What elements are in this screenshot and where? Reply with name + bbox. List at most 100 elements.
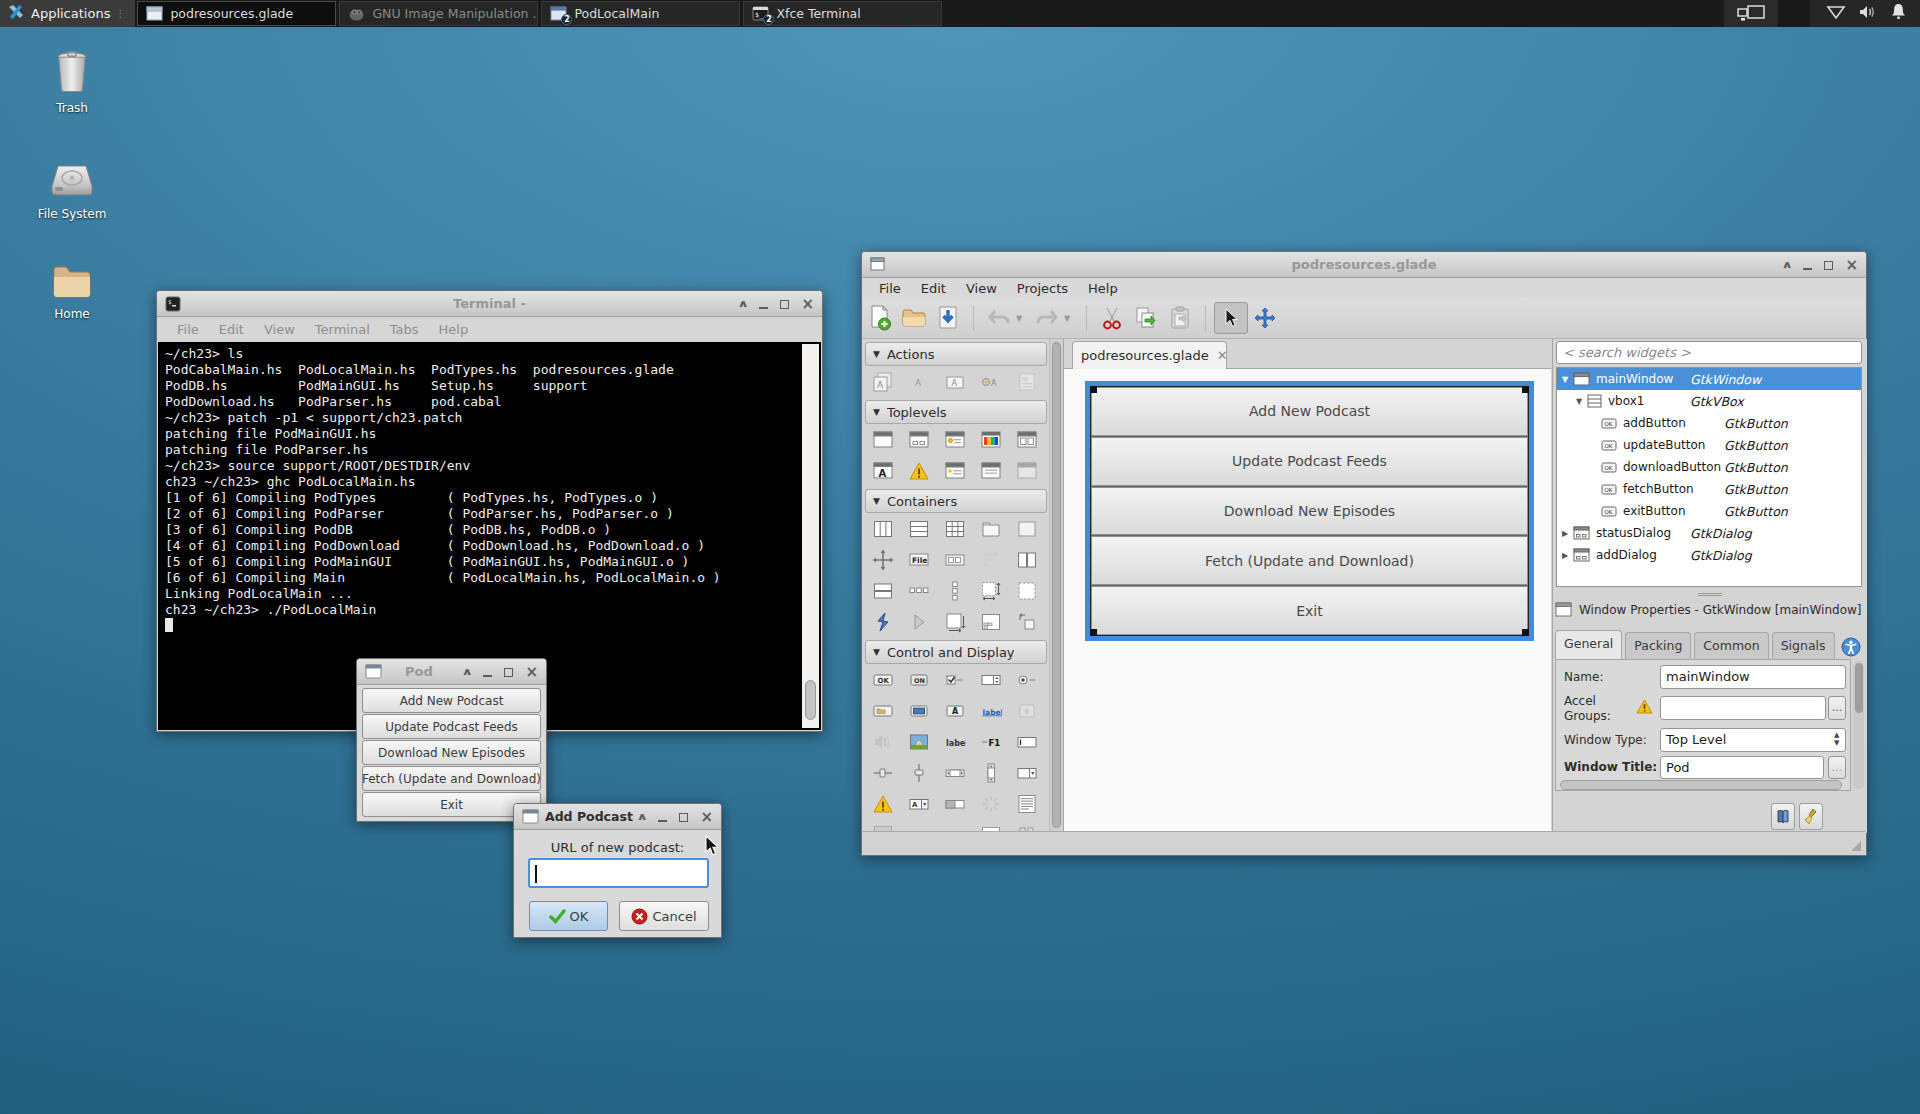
palette-item-color-dialog[interactable] — [973, 424, 1009, 455]
clear-button[interactable] — [1799, 803, 1823, 830]
shade-button[interactable]: ∧ — [462, 667, 473, 677]
selector-tool-button[interactable] — [1214, 302, 1248, 334]
palette-item-hbox[interactable] — [901, 513, 937, 544]
palette-item-filechooserbutton[interactable] — [865, 695, 901, 726]
palette-item-hscale[interactable] — [865, 757, 901, 788]
palette-item-vscale[interactable] — [901, 757, 937, 788]
minimize-button[interactable] — [759, 300, 768, 309]
undo-menu-caret[interactable]: ▼ — [1016, 314, 1030, 323]
new-project-button[interactable] — [863, 302, 897, 334]
taskbar-button-podlocalmain[interactable]: 2PodLocalMain — [541, 1, 740, 26]
tree-row-fetchButton[interactable]: OKfetchButtonGtkButton — [1557, 478, 1861, 500]
design-button-add-new-podcast[interactable]: Add New Podcast — [1091, 387, 1528, 436]
pod-button-fetch-update-and-download-[interactable]: Fetch (Update and Download) — [362, 766, 541, 791]
palette-item-progressbar[interactable] — [937, 788, 973, 819]
palette-item-message-dialog[interactable] — [937, 424, 973, 455]
palette-item-fixed[interactable] — [865, 544, 901, 575]
palette-item-dialog[interactable] — [901, 424, 937, 455]
tree-row-vbox1[interactable]: ▼vbox1GtkVBox — [1557, 390, 1861, 412]
palette-item-file-dialog[interactable] — [1009, 424, 1045, 455]
terminal-menu-file[interactable]: File — [167, 322, 209, 337]
palette-item-menubar[interactable]: File — [901, 544, 937, 575]
properties-tab-signals[interactable]: Signals — [1772, 632, 1835, 659]
panel-splitter[interactable] — [1553, 589, 1867, 601]
palette-item-scrolledwindow[interactable] — [1009, 575, 1045, 606]
palette-item-entry[interactable] — [1009, 726, 1045, 757]
palette-item-hscrollbar[interactable] — [937, 757, 973, 788]
palette-item-vbuttonbox[interactable] — [937, 575, 973, 606]
cut-button[interactable] — [1095, 302, 1129, 334]
terminal-scrollbar[interactable] — [802, 344, 819, 728]
palette-item-spinbutton[interactable] — [973, 664, 1009, 695]
palette-item-vscrollbar[interactable] — [973, 757, 1009, 788]
properties-tab-accessibility-icon[interactable] — [1838, 635, 1864, 659]
taskbar-button-xfce-terminal[interactable]: $_2Xfce Terminal — [743, 1, 942, 26]
palette-item-radiobutton[interactable] — [1009, 664, 1045, 695]
drag-resize-tool-button[interactable] — [1248, 302, 1282, 334]
tab-close-icon[interactable]: ✕ — [1217, 348, 1228, 363]
glade-menu-help[interactable]: Help — [1078, 281, 1128, 296]
palette-item-image[interactable] — [901, 726, 937, 757]
properties-tab-packing[interactable]: Packing — [1625, 632, 1691, 659]
palette-item-font-dialog[interactable]: A — [865, 455, 901, 486]
resize-grip[interactable] — [1851, 841, 1861, 851]
pod-button-update-podcast-feeds[interactable]: Update Podcast Feeds — [362, 714, 541, 739]
pod-button-add-new-podcast[interactable]: Add New Podcast — [362, 688, 541, 713]
palette-item-palette-grayed[interactable] — [973, 544, 1009, 575]
desktop-icon-home[interactable]: Home — [27, 262, 117, 321]
taskbar-button-gnu-image-manipulation-[interactable]: GNU Image Manipulation ... — [339, 1, 538, 26]
properties-hscrollbar[interactable] — [1560, 780, 1842, 790]
palette-item-fontbutton[interactable]: A — [937, 695, 973, 726]
palette-item-layout[interactable] — [973, 575, 1009, 606]
palette-item-warning-dialog[interactable] — [901, 455, 937, 486]
palette-item-checkbutton[interactable] — [937, 664, 973, 695]
palette-item-action-recent[interactable] — [1009, 366, 1045, 397]
tree-row-addDialog[interactable]: ▶addDialogGtkDialog — [1557, 544, 1861, 566]
properties-vscrollbar[interactable] — [1853, 661, 1864, 789]
volume-icon[interactable] — [1859, 4, 1878, 24]
palette-item-arrow[interactable] — [901, 606, 937, 637]
tree-expander-icon[interactable]: ▼ — [1561, 375, 1569, 384]
properties-tab-common[interactable]: Common — [1694, 632, 1768, 659]
redo-menu-caret[interactable]: ▼ — [1064, 314, 1078, 323]
palette-item-table[interactable] — [937, 513, 973, 544]
palette-item-hpaned[interactable] — [1009, 544, 1045, 575]
design-button-download-new-episodes[interactable]: Download New Episodes — [1091, 487, 1528, 536]
tree-row-addButton[interactable]: OKaddButtonGtkButton — [1557, 412, 1861, 434]
open-project-button[interactable] — [897, 302, 931, 334]
design-button-update-podcast-feeds[interactable]: Update Podcast Feeds — [1091, 437, 1528, 486]
palette-item-expander[interactable] — [865, 606, 901, 637]
palette-item-spinner[interactable] — [973, 788, 1009, 819]
palette-item-action-toggle[interactable]: A — [937, 366, 973, 397]
copy-button[interactable] — [1129, 302, 1163, 334]
palette-item-action[interactable]: A — [901, 366, 937, 397]
palette-item-textview[interactable] — [1009, 788, 1045, 819]
accel-more-button[interactable]: ... — [1828, 696, 1846, 720]
glade-menu-projects[interactable]: Projects — [1007, 281, 1078, 296]
accel-groups-input[interactable] — [1660, 696, 1826, 720]
window-title-input[interactable]: Pod — [1660, 756, 1824, 779]
terminal-menu-terminal[interactable]: Terminal — [305, 322, 380, 337]
scrollbar-thumb[interactable] — [805, 680, 816, 720]
minimize-button[interactable] — [658, 813, 667, 822]
redo-button[interactable] — [1030, 302, 1064, 334]
glade-menu-view[interactable]: View — [956, 281, 1007, 296]
palette-item-scalebutton[interactable] — [1009, 695, 1045, 726]
spin-arrows-icon[interactable]: ▲▼ — [1834, 731, 1839, 747]
terminal-menu-edit[interactable]: Edit — [209, 322, 254, 337]
palette-item-combobox[interactable] — [1009, 757, 1045, 788]
close-button[interactable]: × — [801, 297, 814, 312]
maximize-button[interactable] — [679, 813, 688, 822]
palette-item-linkbutton[interactable]: label — [973, 695, 1009, 726]
palette-item-notebook[interactable] — [973, 513, 1009, 544]
podcast-url-input[interactable] — [528, 858, 709, 888]
glade-menu-file[interactable]: File — [869, 281, 911, 296]
palette-item-vbox[interactable] — [865, 513, 901, 544]
palette-section-containers[interactable]: ▼Containers — [865, 489, 1047, 513]
tree-row-updateButton[interactable]: OKupdateButtonGtkButton — [1557, 434, 1861, 456]
paste-button[interactable] — [1163, 302, 1197, 334]
tree-expander-icon[interactable]: ▶ — [1561, 551, 1569, 560]
palette-item-vpaned[interactable] — [865, 575, 901, 606]
notifications-icon[interactable] — [1891, 3, 1906, 24]
undo-button[interactable] — [982, 302, 1016, 334]
